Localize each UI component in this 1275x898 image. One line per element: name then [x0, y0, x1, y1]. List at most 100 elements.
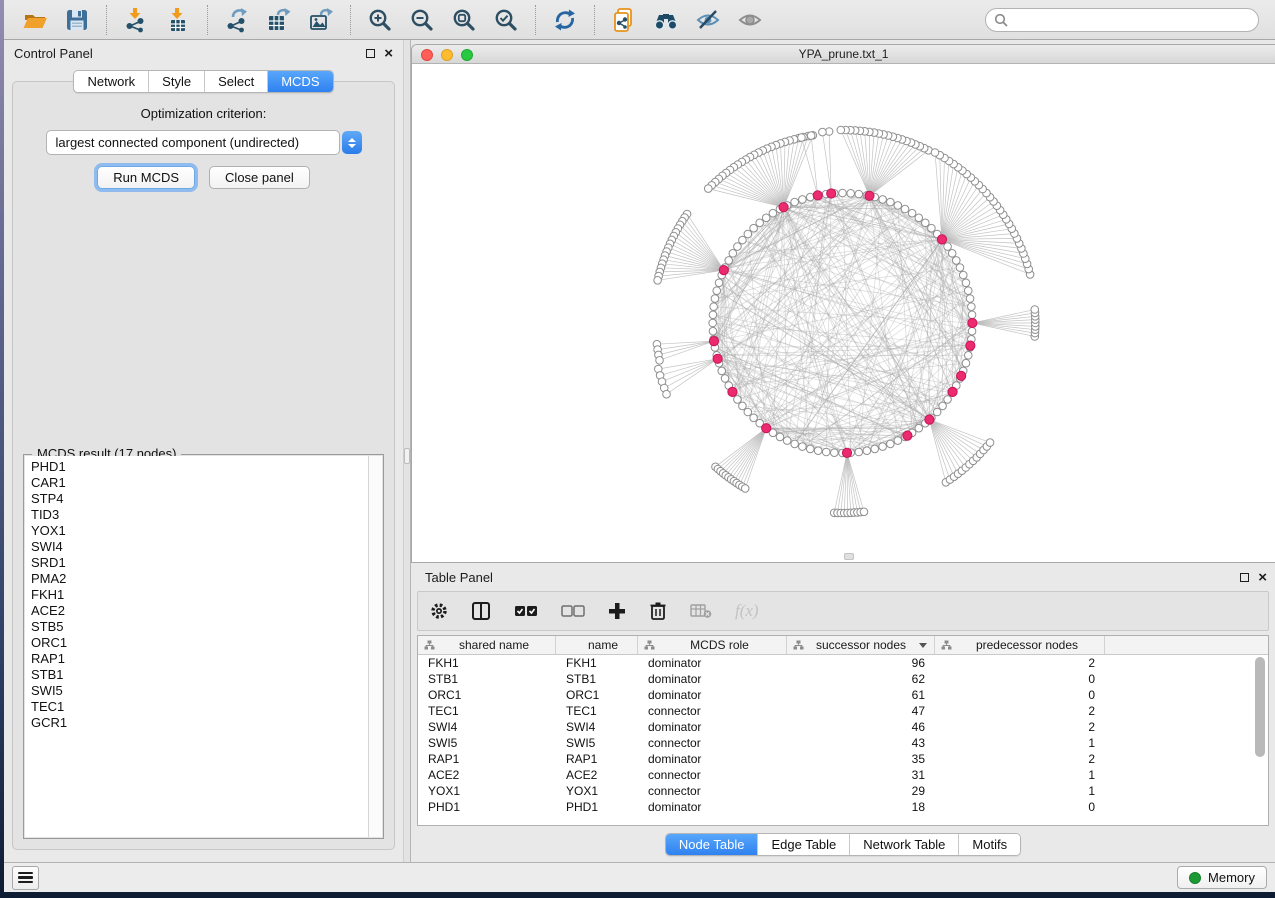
select-all-icon[interactable]	[514, 604, 538, 618]
mcds-result-item[interactable]: TID3	[25, 507, 382, 523]
table-row[interactable]: RAP1RAP1dominator352	[418, 751, 1268, 767]
memory-button[interactable]: Memory	[1177, 866, 1267, 889]
tab-mcds[interactable]: MCDS	[267, 71, 332, 92]
network-titlebar[interactable]: YPA_prune.txt_1	[412, 45, 1275, 64]
table-tabs: Node TableEdge TableNetwork TableMotifs	[665, 833, 1021, 856]
export-image-icon[interactable]	[306, 5, 336, 35]
tab-motifs[interactable]: Motifs	[958, 834, 1020, 855]
table-scrollbar[interactable]	[1254, 657, 1266, 822]
new-network-from-selection-icon[interactable]	[609, 5, 639, 35]
mcds-result-item[interactable]: STB5	[25, 619, 382, 635]
mcds-result-item[interactable]: CAR1	[25, 475, 382, 491]
tab-style[interactable]: Style	[148, 71, 204, 92]
table-cell: PHD1	[556, 800, 638, 814]
table-cell: SWI4	[556, 720, 638, 734]
tab-network[interactable]: Network	[74, 71, 148, 92]
delete-column-icon[interactable]	[649, 601, 667, 621]
toolbar-separator	[207, 5, 208, 35]
hide-selected-icon[interactable]	[693, 5, 723, 35]
table-row[interactable]: STB1STB1dominator620	[418, 671, 1268, 687]
task-history-icon[interactable]	[12, 866, 39, 890]
mcds-result-item[interactable]: PHD1	[25, 459, 382, 475]
mcds-result-item[interactable]: TEC1	[25, 699, 382, 715]
deselect-all-icon[interactable]	[561, 604, 585, 618]
show-hidden-icon[interactable]	[735, 5, 765, 35]
mcds-result-item[interactable]: STP4	[25, 491, 382, 507]
table-row[interactable]: FKH1FKH1dominator962	[418, 655, 1268, 671]
vertical-splitter[interactable]	[403, 40, 411, 862]
zoom-selected-icon[interactable]	[491, 5, 521, 35]
import-table-icon[interactable]	[163, 5, 193, 35]
table-options-icon[interactable]	[430, 602, 448, 620]
export-table-icon[interactable]	[264, 5, 294, 35]
column-header-predecessor-nodes[interactable]: predecessor nodes	[935, 636, 1105, 654]
table-cell: connector	[638, 736, 787, 750]
result-scrollbar[interactable]	[368, 456, 382, 837]
node-table: shared namenameMCDS rolesuccessor nodesp…	[417, 635, 1269, 826]
apply-layout-icon[interactable]	[550, 5, 580, 35]
zoom-fit-icon[interactable]	[449, 5, 479, 35]
table-cell: RAP1	[418, 752, 556, 766]
run-mcds-button[interactable]: Run MCDS	[97, 166, 195, 189]
table-cell: 46	[787, 720, 935, 734]
search-input[interactable]	[1013, 11, 1250, 28]
float-table-panel-icon[interactable]	[1240, 573, 1249, 582]
column-header-shared-name[interactable]: shared name	[418, 636, 556, 654]
mcds-result-item[interactable]: PMA2	[25, 571, 382, 587]
float-panel-icon[interactable]	[366, 49, 375, 58]
table-row[interactable]: ORC1ORC1dominator610	[418, 687, 1268, 703]
table-row[interactable]: SWI5SWI5connector431	[418, 735, 1268, 751]
open-session-icon[interactable]	[20, 5, 50, 35]
horizontal-splitter-grip[interactable]	[844, 553, 854, 560]
export-network-icon[interactable]	[222, 5, 252, 35]
show-column-icon[interactable]	[471, 601, 491, 621]
table-header-row: shared namenameMCDS rolesuccessor nodesp…	[418, 636, 1268, 655]
tab-network-table[interactable]: Network Table	[849, 834, 958, 855]
maximize-window-icon[interactable]	[461, 49, 473, 61]
mcds-result-list[interactable]: PHD1CAR1STP4TID3YOX1SWI4SRD1PMA2FKH1ACE2…	[25, 456, 382, 837]
add-column-icon[interactable]	[608, 602, 626, 620]
mcds-result-item[interactable]: SWI5	[25, 683, 382, 699]
column-header-successor-nodes[interactable]: successor nodes	[787, 636, 935, 654]
table-row[interactable]: TEC1TEC1connector472	[418, 703, 1268, 719]
network-canvas[interactable]	[412, 64, 1275, 563]
toolbar-separator	[535, 5, 536, 35]
minimize-window-icon[interactable]	[441, 49, 453, 61]
mcds-result-item[interactable]: GCR1	[25, 715, 382, 731]
mcds-result-item[interactable]: YOX1	[25, 523, 382, 539]
table-row[interactable]: SWI4SWI4dominator462	[418, 719, 1268, 735]
mcds-result-item[interactable]: STB1	[25, 667, 382, 683]
table-cell: 0	[935, 800, 1105, 814]
zoom-in-icon[interactable]	[365, 5, 395, 35]
mcds-result-item[interactable]: RAP1	[25, 651, 382, 667]
table-cell: connector	[638, 784, 787, 798]
criterion-dropdown[interactable]: largest connected component (undirected)	[46, 130, 362, 155]
mcds-result-item[interactable]: FKH1	[25, 587, 382, 603]
close-table-panel-icon[interactable]: ×	[1258, 573, 1267, 582]
find-icon[interactable]	[651, 5, 681, 35]
close-window-icon[interactable]	[421, 49, 433, 61]
table-row[interactable]: PHD1PHD1dominator180	[418, 799, 1268, 815]
search-field[interactable]	[985, 8, 1259, 32]
table-row[interactable]: YOX1YOX1connector291	[418, 783, 1268, 799]
close-panel-icon[interactable]: ×	[384, 49, 393, 58]
tab-select[interactable]: Select	[204, 71, 267, 92]
zoom-out-icon[interactable]	[407, 5, 437, 35]
mcds-result-item[interactable]: ORC1	[25, 635, 382, 651]
table-cell: 0	[935, 672, 1105, 686]
column-header-name[interactable]: name	[556, 636, 638, 654]
column-header-MCDS-role[interactable]: MCDS role	[638, 636, 787, 654]
mcds-result-item[interactable]: SWI4	[25, 539, 382, 555]
save-session-icon[interactable]	[62, 5, 92, 35]
table-cell: 31	[787, 768, 935, 782]
tab-edge-table[interactable]: Edge Table	[757, 834, 849, 855]
toolbar-separator	[350, 5, 351, 35]
table-row[interactable]: ACE2ACE2connector311	[418, 767, 1268, 783]
tab-node-table[interactable]: Node Table	[666, 834, 758, 855]
close-panel-button[interactable]: Close panel	[209, 166, 310, 189]
import-network-icon[interactable]	[121, 5, 151, 35]
table-cell: dominator	[638, 752, 787, 766]
mcds-result-item[interactable]: SRD1	[25, 555, 382, 571]
table-cell: STB1	[556, 672, 638, 686]
mcds-result-item[interactable]: ACE2	[25, 603, 382, 619]
